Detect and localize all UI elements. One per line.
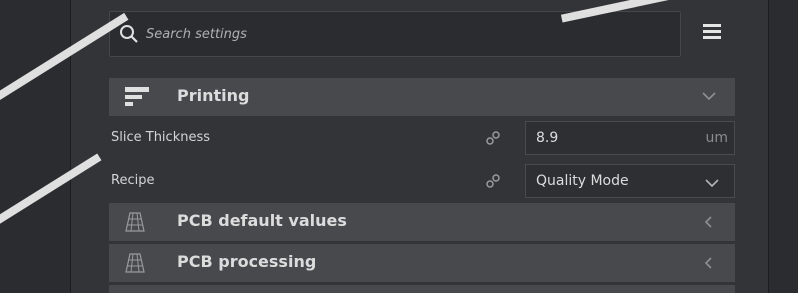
field-value: 8.9 bbox=[536, 130, 559, 146]
setting-row-recipe: Recipe Quality Mode bbox=[109, 162, 735, 200]
search-box[interactable] bbox=[109, 11, 681, 57]
printer-icon bbox=[125, 87, 149, 106]
left-sidebar bbox=[0, 0, 71, 293]
recipe-dropdown[interactable]: Quality Mode bbox=[525, 164, 735, 198]
category-next[interactable] bbox=[109, 285, 735, 293]
slice-thickness-field[interactable]: 8.9 um bbox=[525, 121, 735, 155]
link-icon[interactable] bbox=[485, 130, 501, 146]
settings-menu-icon[interactable] bbox=[703, 24, 721, 40]
pcb-layers-icon bbox=[125, 253, 145, 273]
setting-label: Slice Thickness bbox=[111, 130, 211, 145]
setting-label: Recipe bbox=[111, 173, 155, 188]
pcb-layers-icon bbox=[125, 212, 145, 232]
chevron-left-icon bbox=[704, 216, 712, 228]
field-unit: um bbox=[705, 130, 728, 146]
search-icon bbox=[120, 25, 138, 43]
category-printing[interactable]: Printing bbox=[109, 78, 735, 116]
category-label: Printing bbox=[177, 86, 250, 105]
chevron-down-icon bbox=[705, 179, 719, 188]
setting-row-slice-thickness: Slice Thickness 8.9 um bbox=[109, 119, 735, 157]
category-label: PCB default values bbox=[177, 211, 347, 230]
category-pcb-default-values[interactable]: PCB default values bbox=[109, 203, 735, 241]
category-pcb-processing[interactable]: PCB processing bbox=[109, 244, 735, 282]
chevron-left-icon bbox=[704, 257, 712, 269]
search-input[interactable] bbox=[146, 22, 666, 46]
dropdown-value: Quality Mode bbox=[536, 173, 629, 189]
category-label: PCB processing bbox=[177, 252, 317, 271]
right-scroll-edge bbox=[768, 0, 798, 293]
chevron-down-icon bbox=[702, 92, 716, 101]
link-icon[interactable] bbox=[485, 173, 501, 189]
